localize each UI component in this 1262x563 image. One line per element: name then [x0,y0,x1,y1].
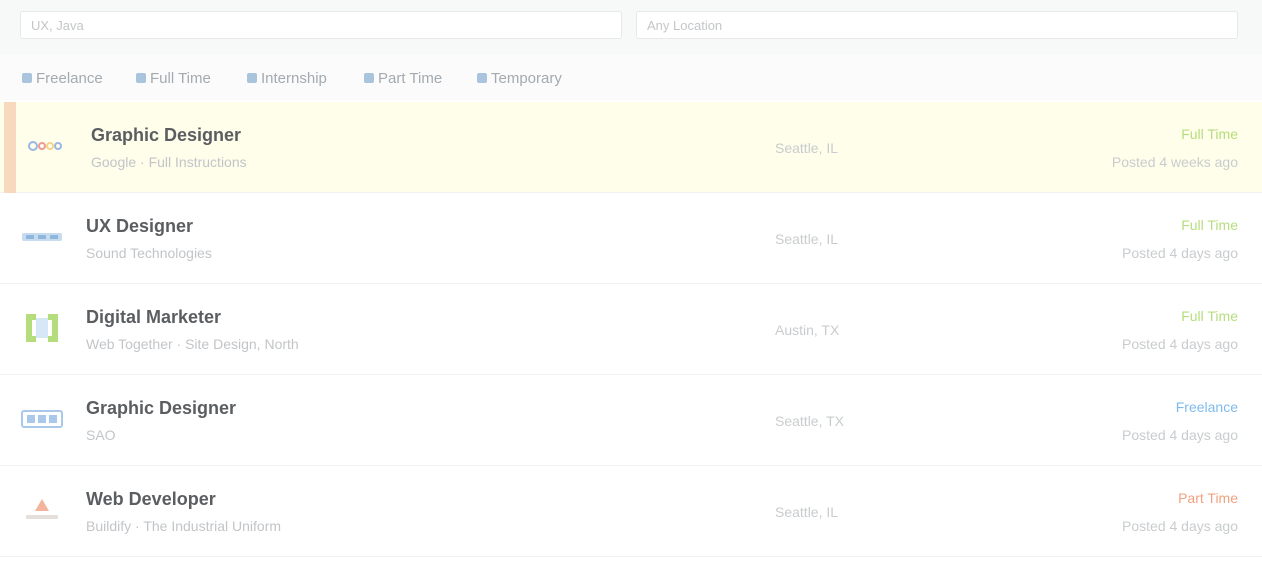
job-row[interactable]: UX Designer Sound Technologies Seattle, … [0,193,1262,284]
job-location: Seattle, IL [775,504,839,520]
checkbox-icon[interactable] [247,73,257,83]
filter-part-time[interactable]: Part Time [364,69,442,87]
job-title[interactable]: UX Designer [86,216,193,237]
filter-full-time[interactable]: Full Time [136,69,211,87]
filter-label: Freelance [36,69,103,87]
job-company: Buildify · The Industrial Uniform [86,518,282,534]
sao-logo-icon [21,399,63,439]
job-title[interactable]: Digital Marketer [86,307,221,328]
job-type-badge: Part Time [1178,490,1238,506]
job-location: Seattle, IL [775,231,839,247]
job-row[interactable]: Web Developer Buildify · The Industrial … [0,466,1262,557]
job-title[interactable]: Graphic Designer [86,398,236,419]
job-row[interactable]: Graphic Designer Google · Full Instructi… [0,102,1262,193]
job-location: Seattle, TX [775,413,845,429]
job-type-badge: Full Time [1181,308,1238,324]
job-type-filters: Freelance Full Time Internship Part Time… [0,55,1262,100]
job-location: Seattle, IL [775,140,839,156]
job-type-badge: Full Time [1181,126,1238,142]
job-posted-date: Posted 4 weeks ago [1111,154,1238,170]
job-title[interactable]: Web Developer [86,489,216,510]
job-company: Web Together · Site Design, North [86,336,299,352]
filter-internship[interactable]: Internship [247,69,327,87]
triangle-logo-icon [21,490,63,530]
job-company: SAO [86,427,116,443]
checkbox-icon[interactable] [364,73,374,83]
google-logo-icon [26,126,68,166]
checkbox-icon[interactable] [136,73,146,83]
job-type-badge: Full Time [1181,217,1238,233]
job-posted-date: Posted 4 days ago [1122,427,1238,443]
search-bar [0,0,1262,55]
job-location: Austin, TX [775,322,840,338]
job-posted-date: Posted 4 days ago [1122,336,1238,352]
frame-logo-icon [21,308,63,348]
job-row[interactable]: Graphic Designer SAO Seattle, TX Freelan… [0,375,1262,466]
job-company: Google · Full Instructions [91,154,247,170]
filter-label: Temporary [491,69,562,87]
shield-logo-icon [21,217,63,257]
checkbox-icon[interactable] [477,73,487,83]
job-row[interactable]: Digital Marketer Web Together · Site Des… [0,284,1262,375]
keywords-input[interactable] [20,11,622,39]
location-input[interactable] [636,11,1238,39]
checkbox-icon[interactable] [22,73,32,83]
job-company: Sound Technologies [86,245,212,261]
job-posted-date: Posted 4 days ago [1122,518,1238,534]
job-title[interactable]: Graphic Designer [91,125,241,146]
filter-freelance[interactable]: Freelance [22,69,103,87]
filter-label: Part Time [378,69,443,87]
filter-temporary[interactable]: Temporary [477,69,562,87]
job-type-badge: Freelance [1175,399,1238,415]
job-posted-date: Posted 4 days ago [1122,245,1238,261]
filter-label: Internship [261,69,327,87]
filter-label: Full Time [150,69,211,87]
highlight-marker [4,102,16,193]
